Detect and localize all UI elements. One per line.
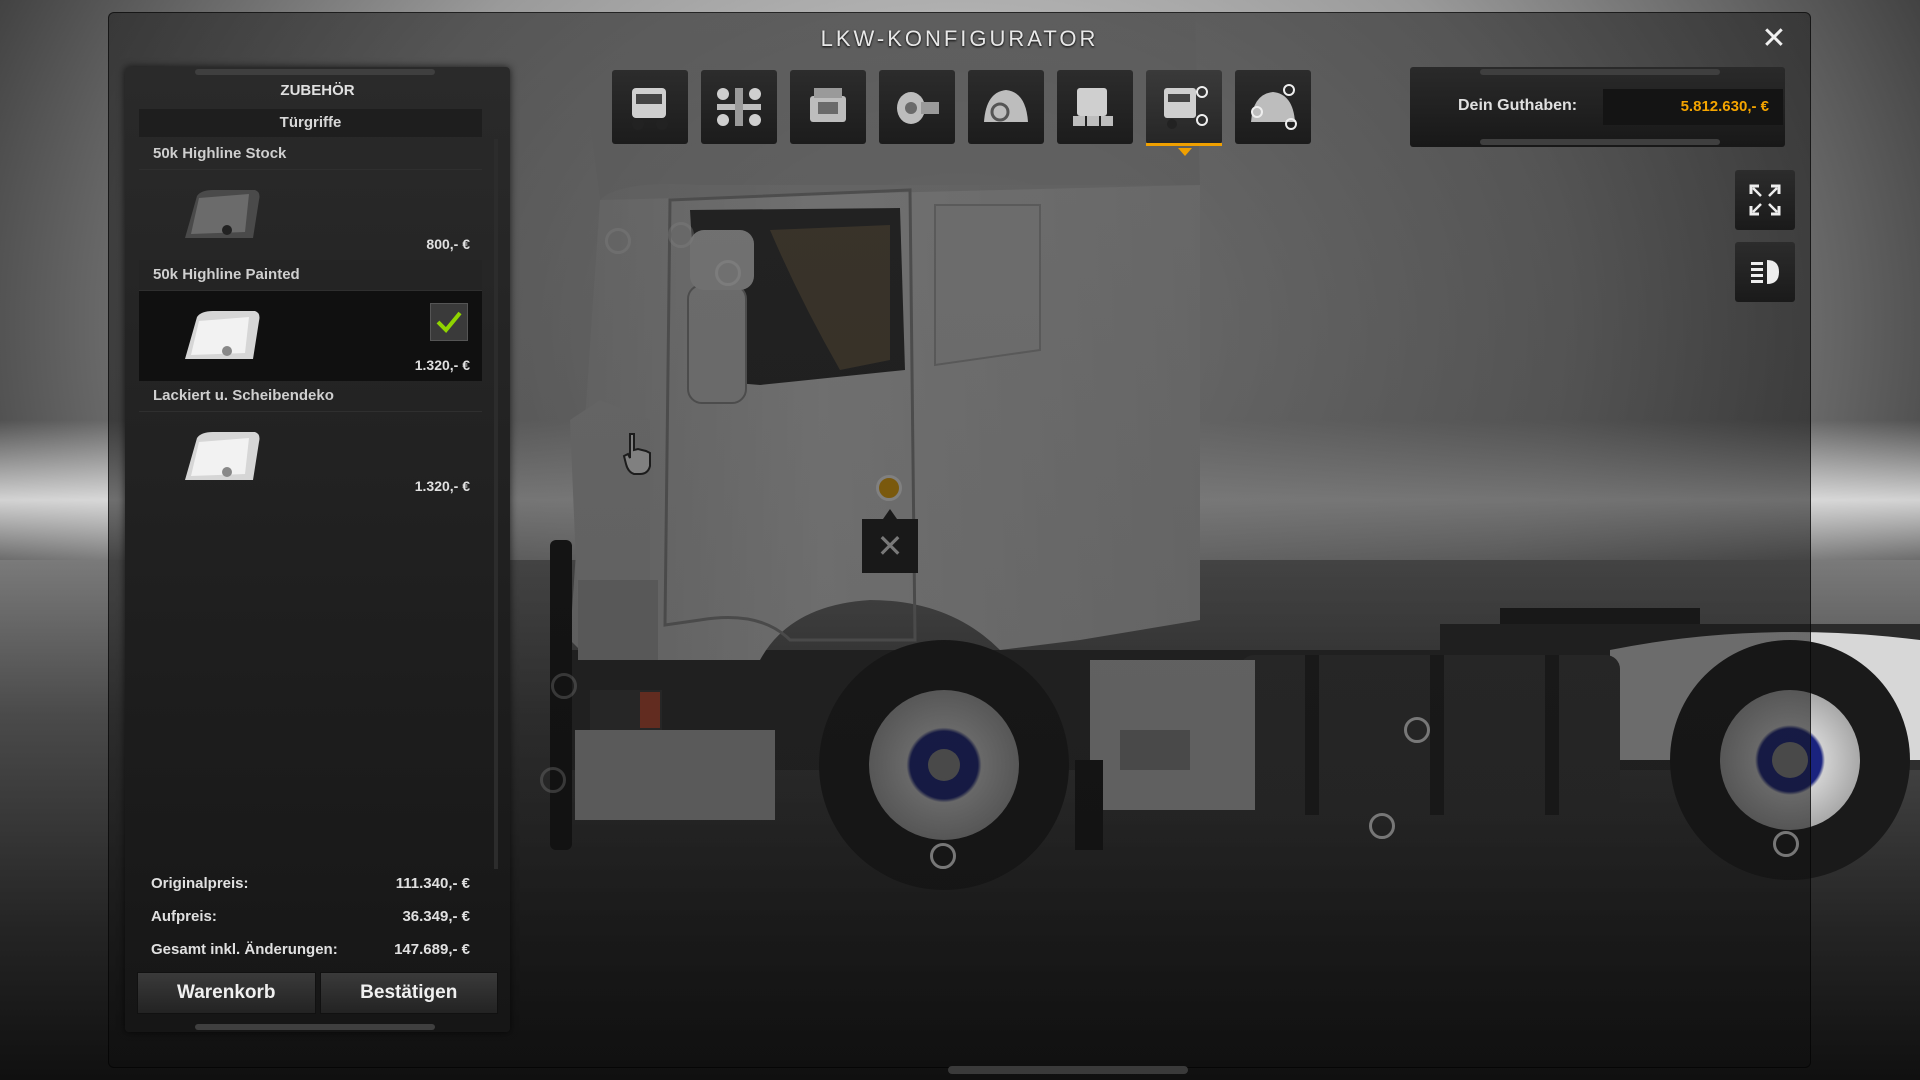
accessory-panel: ZUBEHÖR Türgriffe 50k Highline Stock 800… xyxy=(125,67,510,1032)
item-name: 50k Highline Painted xyxy=(139,260,482,291)
tab-engine[interactable] xyxy=(790,70,866,144)
headlight-icon xyxy=(1751,260,1779,284)
total-value: 36.349,- € xyxy=(402,908,470,925)
list-item[interactable]: Lackiert u. Scheibendeko 1.320,- € xyxy=(139,381,482,502)
surcharge-row: Aufpreis: 36.349,- € xyxy=(139,900,482,933)
engine-icon xyxy=(810,88,846,122)
tab-interior[interactable] xyxy=(968,70,1044,144)
original-price-row: Originalpreis: 111.340,- € xyxy=(139,867,482,900)
transmission-icon xyxy=(897,92,939,124)
window-title: LKW-KONFIGURATOR xyxy=(820,26,1099,51)
tab-interior-accessories[interactable] xyxy=(1235,70,1311,144)
balance-value: 5.812.630,- € xyxy=(1603,89,1783,125)
headlight-toggle-button[interactable] xyxy=(1735,242,1795,302)
cart-button[interactable]: Warenkorb xyxy=(137,972,316,1014)
tab-accessories[interactable] xyxy=(1146,70,1222,156)
door-handle-thumbnail-icon xyxy=(185,432,260,480)
fullscreen-button[interactable] xyxy=(1735,170,1795,230)
door-handle-thumbnail-icon xyxy=(185,311,260,359)
fullscreen-icon xyxy=(1749,184,1781,216)
total-label: Gesamt inkl. Änderungen: xyxy=(151,941,338,958)
tab-transmission[interactable] xyxy=(879,70,955,144)
accessories-icon xyxy=(1164,86,1208,129)
chassis-icon xyxy=(717,88,761,126)
selected-checkmark-icon xyxy=(430,303,468,341)
balance-box: Dein Guthaben: 5.812.630,- € xyxy=(1410,67,1785,147)
item-price: 800,- € xyxy=(426,236,470,252)
subcategory-title: Türgriffe xyxy=(139,109,482,137)
total-value: 111.340,- € xyxy=(395,875,470,892)
tab-cabin[interactable] xyxy=(612,70,688,144)
item-price: 1.320,- € xyxy=(414,478,470,494)
list-scrollbar[interactable] xyxy=(494,139,498,869)
total-label: Originalpreis: xyxy=(151,875,249,892)
item-name: Lackiert u. Scheibendeko xyxy=(139,381,482,412)
list-item[interactable]: 50k Highline Stock 800,- € xyxy=(139,139,482,260)
interior-icon xyxy=(984,90,1028,122)
total-value: 147.689,- € xyxy=(394,941,470,958)
paint-icon xyxy=(1073,88,1113,126)
door-handle-thumbnail-icon xyxy=(185,190,260,238)
interior-accessories-icon xyxy=(1251,84,1297,130)
item-name: 50k Highline Stock xyxy=(139,139,482,170)
category-toolbar xyxy=(612,70,1311,156)
confirm-button[interactable]: Bestätigen xyxy=(319,972,498,1014)
panel-header: ZUBEHÖR xyxy=(280,82,355,99)
balance-label: Dein Guthaben: xyxy=(1458,97,1578,114)
total-label: Aufpreis: xyxy=(151,908,217,925)
grand-total-row: Gesamt inkl. Änderungen: 147.689,- € xyxy=(139,933,482,966)
price-summary: Originalpreis: 111.340,- € Aufpreis: 36.… xyxy=(139,867,482,966)
tab-paint[interactable] xyxy=(1057,70,1133,144)
accessory-list: 50k Highline Stock 800,- € 50k Highline … xyxy=(139,139,482,502)
item-price: 1.320,- € xyxy=(414,357,470,373)
list-item[interactable]: 50k Highline Painted 1.320,- € xyxy=(139,260,482,381)
tab-chassis[interactable] xyxy=(701,70,777,144)
close-icon[interactable]: ✕ xyxy=(1757,22,1791,56)
cabin-icon xyxy=(632,88,668,130)
